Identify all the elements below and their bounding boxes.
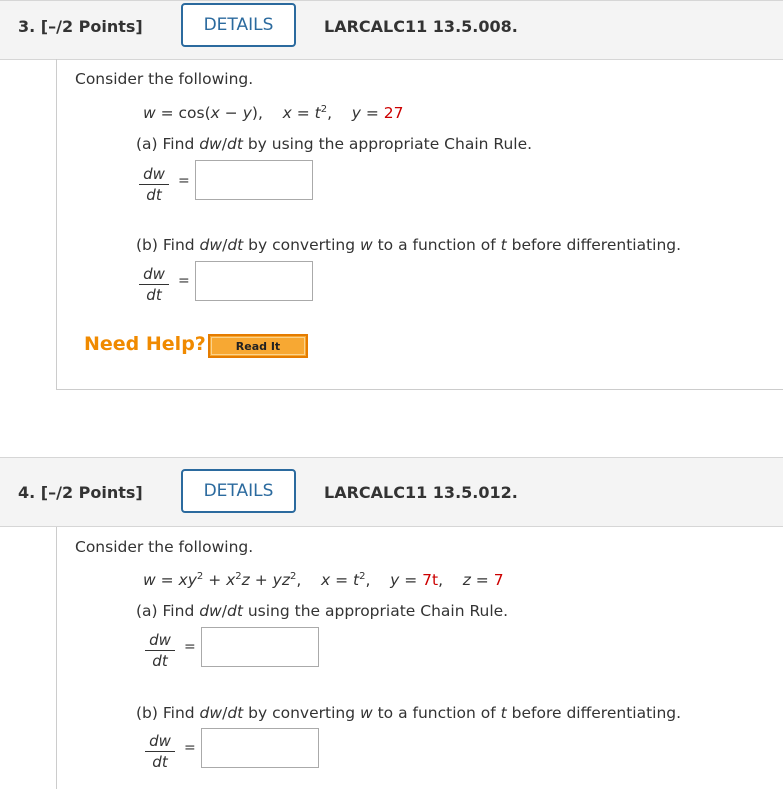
need-help-label: Need Help? [84, 333, 206, 355]
question-3-code: LARCALC11 13.5.008. [324, 17, 518, 36]
question-4-a-answer-input[interactable] [201, 627, 319, 667]
equals-sign: = [178, 273, 190, 289]
question-3-points: 3. [–/2 Points] [18, 17, 143, 36]
question-3-b-fraction: dw dt [139, 265, 169, 304]
fraction-denominator: dt [146, 286, 162, 304]
equals-sign: = [178, 173, 190, 189]
question-3-b-answer-input[interactable] [195, 261, 313, 301]
question-4-equation: w = xy2 + x2z + yz2, x = t2, y = 7t, z =… [143, 570, 504, 589]
question-4-b-fraction: dw dt [145, 732, 175, 771]
question-3-header: 3. [–/2 Points] DETAILS LARCALC11 13.5.0… [0, 0, 783, 60]
question-3-part-a: (a) Find dw/dt by using the appropriate … [136, 135, 533, 153]
question-4-intro: Consider the following. [75, 538, 254, 556]
question-3-a-fraction: dw dt [139, 165, 169, 204]
question-4-points: 4. [–/2 Points] [18, 483, 143, 502]
question-4-body: Consider the following. w = xy2 + x2z + … [56, 527, 783, 789]
question-4-details-button[interactable]: DETAILS [181, 469, 296, 513]
fraction-numerator: dw [139, 265, 169, 285]
question-3-a-answer-input[interactable] [195, 160, 313, 200]
question-3-equation: w = cos(x − y), x = t2, y = 27 [143, 103, 404, 122]
fraction-numerator: dw [145, 732, 175, 752]
question-3-intro: Consider the following. [75, 70, 254, 88]
fraction-denominator: dt [146, 186, 162, 204]
question-4-code: LARCALC11 13.5.012. [324, 483, 518, 502]
equals-sign: = [184, 639, 196, 655]
question-3-part-b: (b) Find dw/dt by converting w to a func… [136, 236, 682, 254]
question-3-y-value: 27 [383, 104, 404, 122]
fraction-numerator: dw [139, 165, 169, 185]
fraction-denominator: dt [152, 753, 168, 771]
question-4-b-answer-input[interactable] [201, 728, 319, 768]
read-it-button[interactable]: Read It [208, 334, 308, 358]
fraction-denominator: dt [152, 652, 168, 670]
equals-sign: = [184, 740, 196, 756]
question-4-header: 4. [–/2 Points] DETAILS LARCALC11 13.5.0… [0, 457, 783, 527]
question-4-y-value: 7t [422, 571, 439, 589]
fraction-numerator: dw [145, 631, 175, 651]
question-3-details-button[interactable]: DETAILS [181, 3, 296, 47]
question-4-part-a: (a) Find dw/dt using the appropriate Cha… [136, 602, 509, 620]
question-4-z-value: 7 [493, 571, 504, 589]
question-4-a-fraction: dw dt [145, 631, 175, 670]
question-4-part-b: (b) Find dw/dt by converting w to a func… [136, 704, 682, 722]
